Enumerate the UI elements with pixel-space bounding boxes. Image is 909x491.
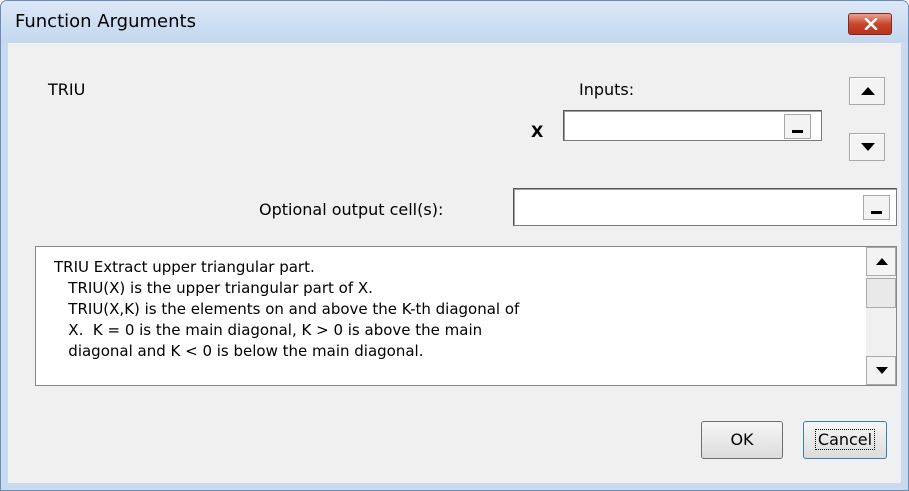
args-scroll-down-button[interactable]	[849, 133, 885, 161]
args-scroll-up-button[interactable]	[849, 77, 885, 105]
description-line: TRIU Extract upper triangular part.	[54, 258, 315, 276]
description-line: TRIU(X,K) is the elements on and above t…	[54, 300, 520, 318]
output-cell-label: Optional output cell(s):	[259, 200, 444, 219]
cancel-button[interactable]: Cancel	[803, 421, 887, 459]
description-scrollbar[interactable]	[866, 247, 896, 385]
x-collapse-button[interactable]	[784, 114, 811, 139]
description-line: X. K = 0 is the main diagonal, K > 0 is …	[54, 321, 483, 339]
title-bar[interactable]: Function Arguments	[1, 1, 908, 43]
description-line: TRIU(X) is the upper triangular part of …	[54, 279, 373, 297]
arrow-down-icon	[876, 367, 888, 374]
ok-button[interactable]: OK	[701, 421, 783, 459]
description-scroll-thumb[interactable]	[866, 278, 896, 308]
inputs-heading: Inputs:	[579, 80, 635, 99]
description-scroll-up-button[interactable]	[866, 247, 896, 276]
close-button[interactable]	[848, 13, 892, 35]
arrow-down-icon	[861, 143, 875, 151]
args-scroll-track[interactable]	[849, 105, 885, 133]
output-cell-input[interactable]	[513, 188, 897, 226]
arrow-up-icon	[861, 87, 875, 95]
output-collapse-button[interactable]	[863, 195, 890, 220]
description-scroll-down-button[interactable]	[866, 356, 896, 385]
window-title: Function Arguments	[15, 11, 196, 32]
cancel-button-label: Cancel	[814, 429, 876, 450]
description-text: TRIU Extract upper triangular part. TRIU…	[54, 257, 854, 362]
close-icon	[864, 18, 878, 30]
description-line: diagonal and K < 0 is below the main dia…	[54, 342, 424, 360]
function-description[interactable]: TRIU Extract upper triangular part. TRIU…	[35, 246, 897, 386]
function-arguments-dialog: Function Arguments TRIU Inputs: X Option…	[0, 0, 909, 491]
arg-label-x: X	[531, 122, 544, 141]
function-name: TRIU	[48, 80, 86, 99]
arrow-up-icon	[876, 258, 888, 265]
dialog-body: TRIU Inputs: X Optional output cell(s): …	[8, 43, 901, 483]
